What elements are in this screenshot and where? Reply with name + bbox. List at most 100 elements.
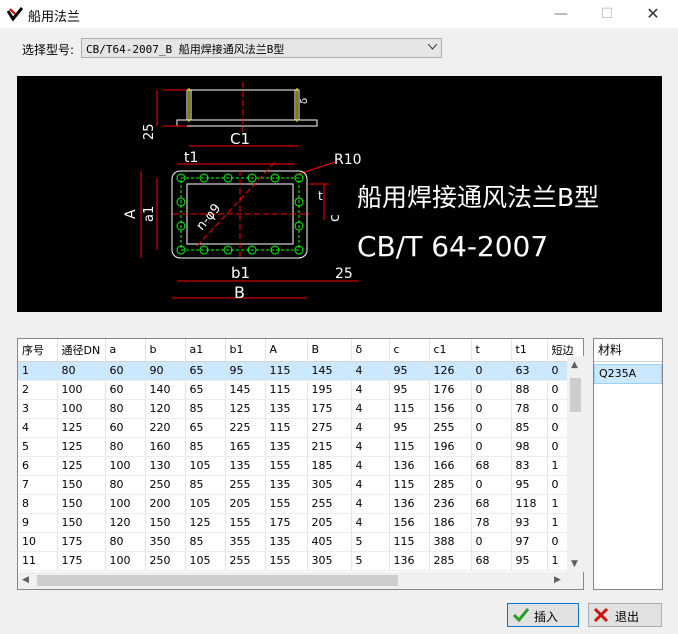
- table-cell: 250: [145, 475, 186, 495]
- table-cell: 125: [57, 456, 106, 476]
- table-cell: 93: [511, 513, 548, 533]
- column-header[interactable]: a: [105, 339, 146, 362]
- table-cell: 145: [225, 380, 266, 400]
- table-cell: 95: [389, 380, 430, 400]
- table-cell: 4: [351, 494, 390, 514]
- table-cell: 3: [18, 399, 58, 419]
- table-cell: 65: [185, 380, 226, 400]
- horizontal-scroll-thumb[interactable]: [37, 575, 398, 586]
- table-cell: 100: [57, 399, 106, 419]
- exit-button[interactable]: 退出: [588, 603, 662, 627]
- table-cell: 65: [185, 418, 226, 438]
- table-cell: 125: [57, 418, 106, 438]
- model-select[interactable]: CB/T64-2007_B 船用焊接通风法兰B型: [81, 38, 442, 58]
- column-header[interactable]: t: [471, 339, 512, 362]
- dim-b1: b1: [231, 264, 250, 282]
- table-cell: 255: [225, 551, 266, 571]
- table-row[interactable]: 9 150 120 150 125 155 175 205 4 156 186 78 93 1: [18, 513, 583, 533]
- column-header[interactable]: A: [265, 339, 308, 362]
- dim-t: t: [318, 189, 323, 203]
- table-cell: 65: [185, 361, 226, 381]
- table-cell: 120: [145, 399, 186, 419]
- table-cell: 0: [471, 361, 512, 381]
- table-cell: 125: [57, 437, 106, 457]
- horizontal-scrollbar[interactable]: ◀ ▶: [18, 572, 567, 589]
- material-item-q235a[interactable]: Q235A: [594, 364, 662, 384]
- table-cell: 115: [265, 418, 308, 438]
- scroll-right-icon[interactable]: ▶: [554, 575, 561, 585]
- flange-data-table[interactable]: 序号 通径DN a b a1 b1 A Bδ c c1 t t1 短边 1 80 60 90 65 95 115 14…: [17, 338, 584, 590]
- table-row[interactable]: 7 150 80 250 85 255 135 305 4 115 285 0 95 0: [18, 475, 583, 495]
- table-cell: 80: [105, 399, 146, 419]
- table-cell: 80: [105, 437, 146, 457]
- table-row[interactable]: 4 125 60 220 65 225 115 275 4 95 255 0 85 0: [18, 418, 583, 438]
- column-header[interactable]: 通径DN: [57, 339, 106, 362]
- table-cell: 90: [145, 361, 186, 381]
- minimize-button[interactable]: —: [538, 0, 584, 28]
- table-cell: 85: [185, 532, 226, 552]
- table-cell: 115: [389, 475, 430, 495]
- table-cell: 5: [351, 532, 390, 552]
- close-button[interactable]: ✕: [630, 0, 676, 28]
- table-row[interactable]: 8 150 100 200 105 205 155 255 4 136 236 68 118 1: [18, 494, 583, 514]
- table-cell: 95: [511, 551, 548, 571]
- table-cell: 8: [18, 494, 58, 514]
- model-select-value: CB/T64-2007_B 船用焊接通风法兰B型: [86, 43, 285, 56]
- material-list[interactable]: 材料 Q235A: [593, 338, 663, 590]
- column-header[interactable]: c: [389, 339, 430, 362]
- table-cell: 100: [105, 456, 146, 476]
- table-cell: 236: [429, 494, 472, 514]
- column-header[interactable]: b: [145, 339, 186, 362]
- table-header-row: 序号 通径DN a b a1 b1 A Bδ c c1 t t1 短边: [18, 339, 583, 362]
- table-cell: 176: [429, 380, 472, 400]
- table-cell: 4: [351, 418, 390, 438]
- table-cell: 195: [307, 380, 352, 400]
- table-cell: 0: [471, 380, 512, 400]
- vertical-scrollbar[interactable]: ▲ ▼: [567, 356, 584, 572]
- table-cell: 80: [57, 361, 106, 381]
- table-cell: 5: [18, 437, 58, 457]
- material-header: 材料: [594, 339, 662, 362]
- column-header[interactable]: b1: [225, 339, 266, 362]
- scroll-left-icon[interactable]: ◀: [22, 575, 29, 585]
- dim-25-vertical: 25: [142, 123, 157, 140]
- window-title: 船用法兰: [28, 10, 81, 25]
- table-cell: 97: [511, 532, 548, 552]
- table-cell: 200: [145, 494, 186, 514]
- insert-button[interactable]: 插入: [507, 603, 579, 627]
- scroll-up-icon[interactable]: ▲: [571, 360, 578, 370]
- dim-delta: δ: [299, 98, 310, 104]
- scroll-down-icon[interactable]: ▼: [571, 559, 578, 569]
- table-cell: 186: [429, 513, 472, 533]
- table-cell: 405: [307, 532, 352, 552]
- maximize-button[interactable]: ☐: [584, 0, 630, 28]
- table-cell: 166: [429, 456, 472, 476]
- table-cell: 185: [307, 456, 352, 476]
- dim-a-large: A: [123, 209, 139, 219]
- vertical-scroll-thumb[interactable]: [570, 378, 581, 412]
- table-row[interactable]: 10 175 80 350 85 355 135 405 5 115 388 0 97 0: [18, 532, 583, 552]
- table-row[interactable]: 6 125 100 130 105 135 155 185 4 136 166 68 83 1: [18, 456, 583, 476]
- column-header[interactable]: δ: [351, 339, 390, 362]
- table-row[interactable]: 2 100 60 140 65 145 115 195 4 95 176 0 88 0: [18, 380, 583, 400]
- table-row[interactable]: 3 100 80 120 85 125 135 175 4 115 156 0 78 0: [18, 399, 583, 419]
- column-header[interactable]: c1: [429, 339, 472, 362]
- table-cell: 135: [265, 475, 308, 495]
- table-cell: 136: [389, 456, 430, 476]
- column-header[interactable]: 序号: [18, 339, 58, 362]
- column-header[interactable]: B: [307, 339, 352, 362]
- table-row[interactable]: 11 175 100 250 105 255 155 305 5 136 285 68 95 1: [18, 551, 583, 571]
- table-row[interactable]: 1 80 60 90 65 95 115 145 4 95 126 0 63 0: [18, 361, 583, 381]
- column-header[interactable]: a1: [185, 339, 226, 362]
- app-logo-icon: [7, 7, 23, 21]
- table-cell: 4: [351, 437, 390, 457]
- table-cell: 0: [471, 475, 512, 495]
- table-row[interactable]: 5 125 80 160 85 165 135 215 4 115 196 0 98 0: [18, 437, 583, 457]
- table-cell: 215: [307, 437, 352, 457]
- insert-button-label: 插入: [534, 610, 559, 624]
- table-cell: 165: [225, 437, 266, 457]
- column-header[interactable]: t1: [511, 339, 548, 362]
- table-cell: 80: [105, 475, 146, 495]
- table-cell: 130: [145, 456, 186, 476]
- drawing-title: 船用焊接通风法兰B型: [357, 183, 599, 212]
